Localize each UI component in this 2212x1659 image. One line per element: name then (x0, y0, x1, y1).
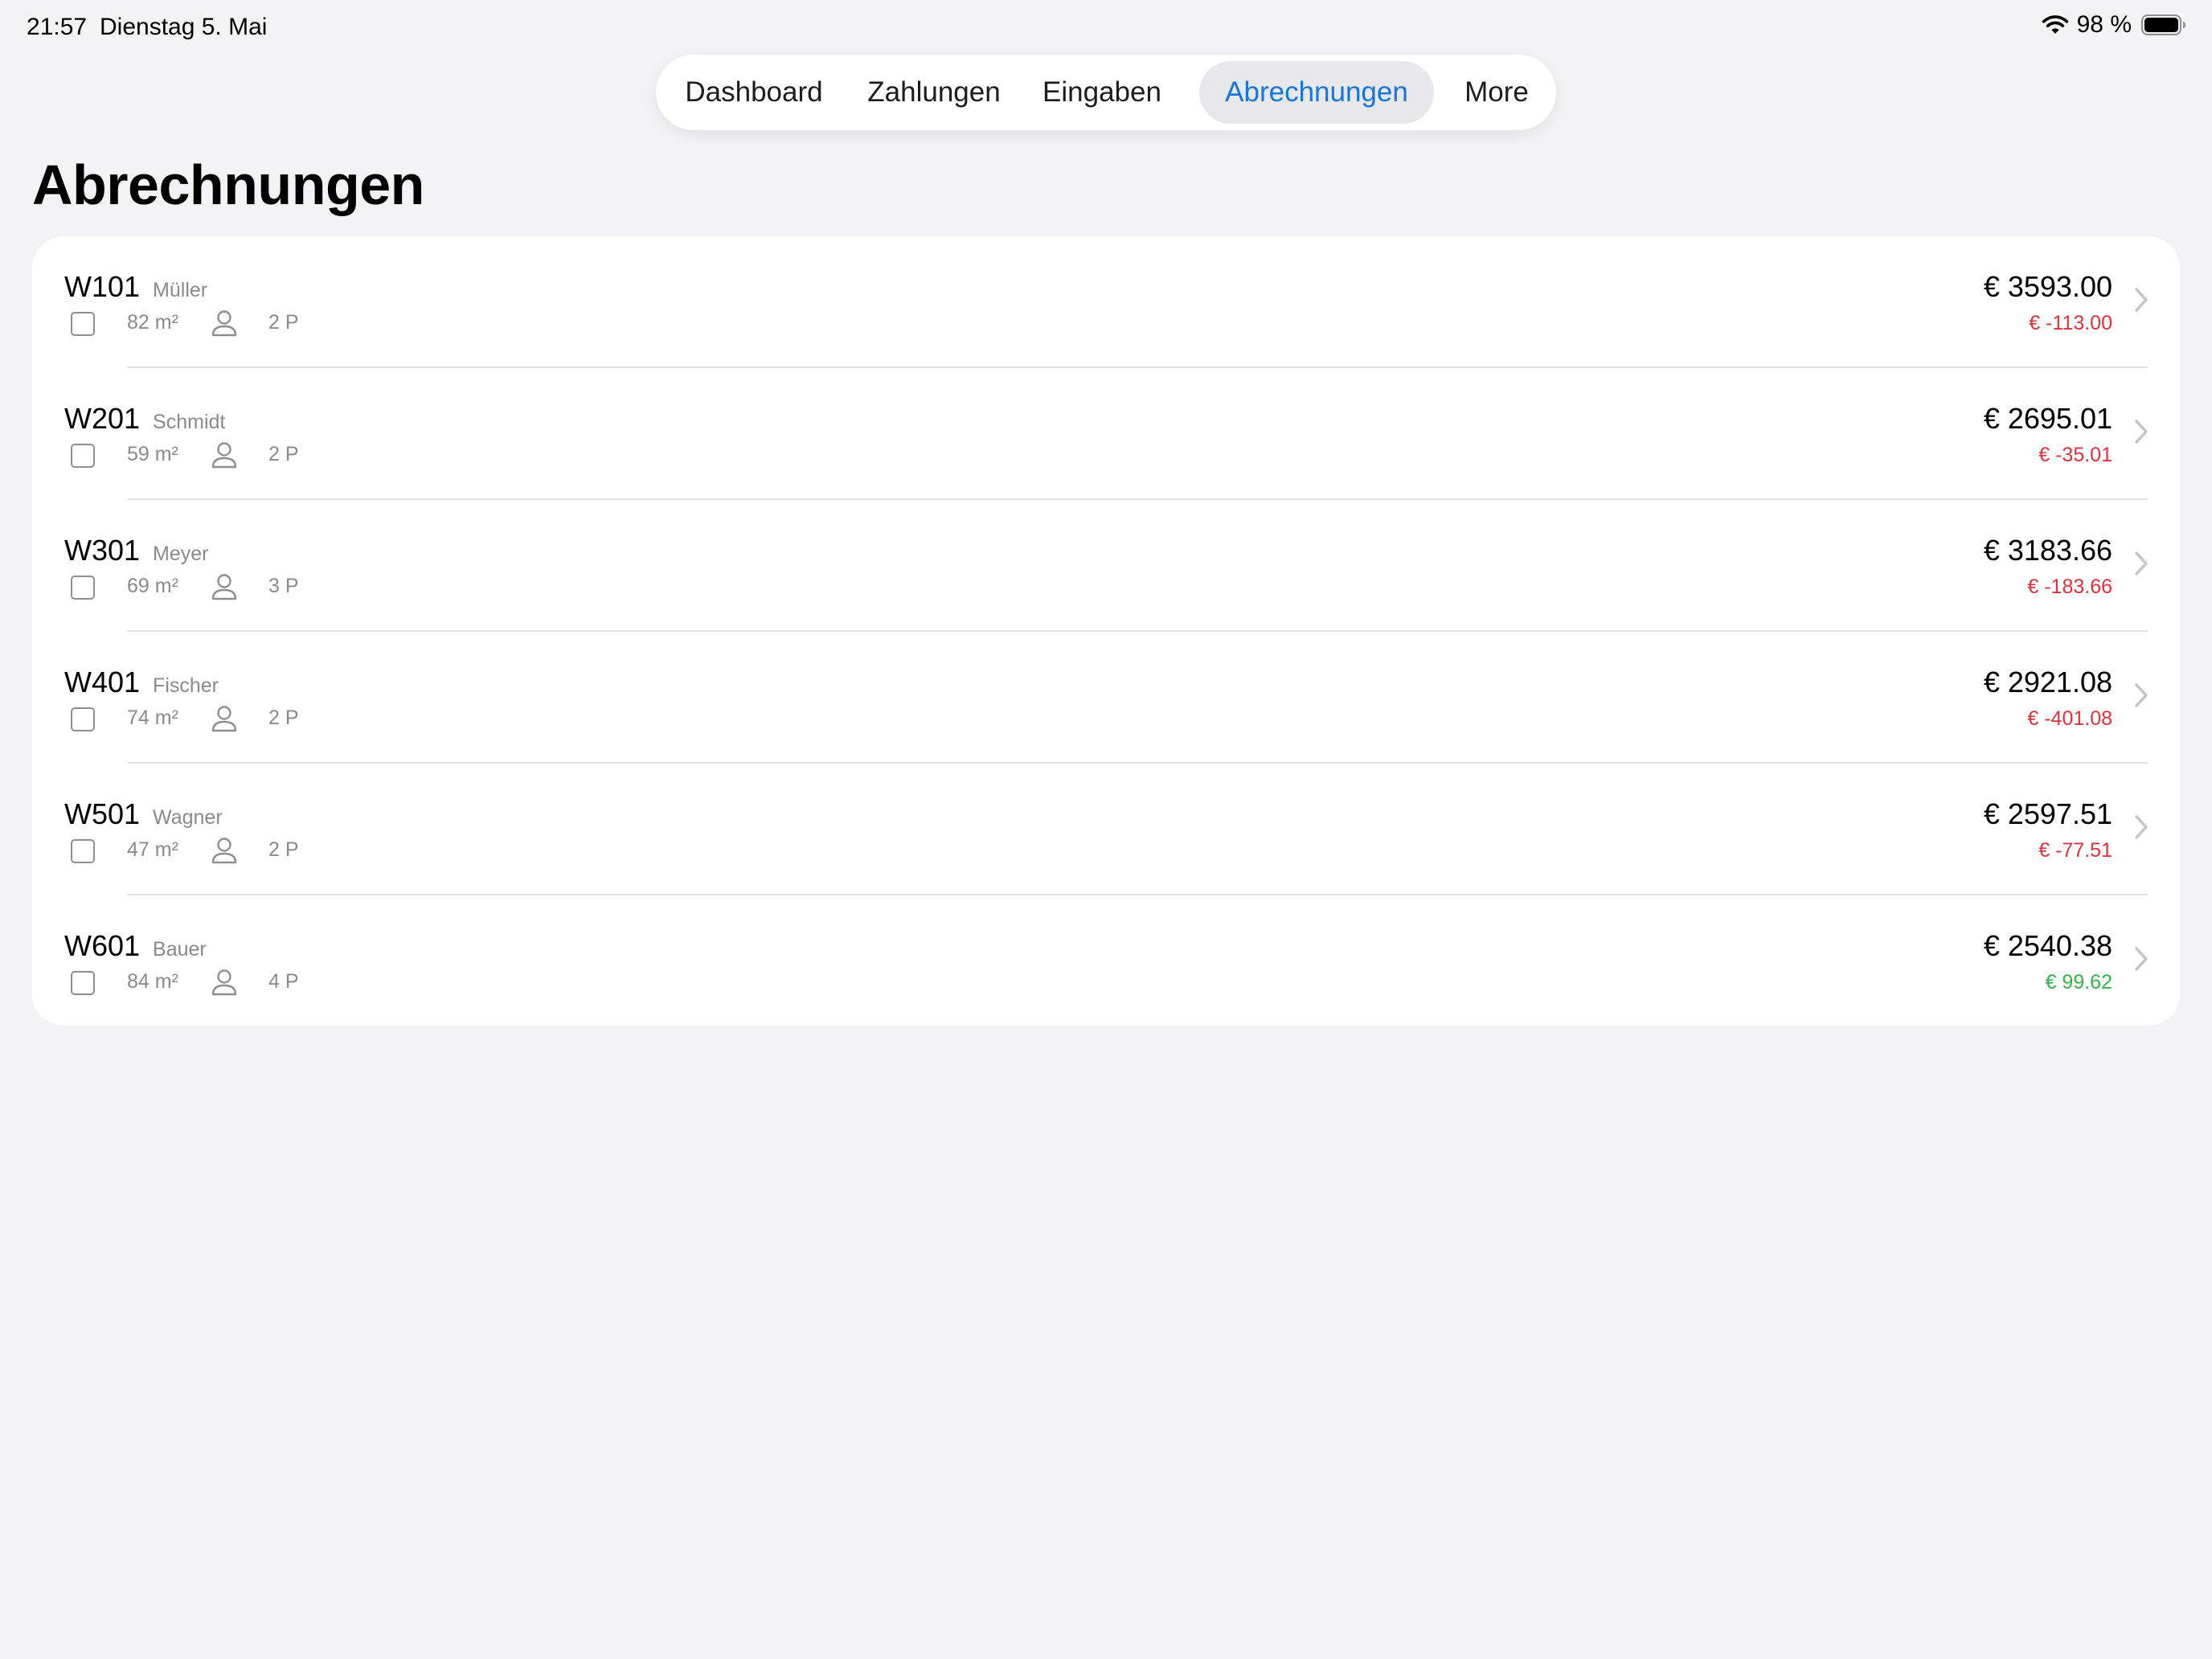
status-date: Dienstag 5. Mai (100, 14, 268, 40)
checkbox[interactable] (71, 971, 95, 995)
checkbox[interactable] (71, 444, 95, 468)
unit-id: W101 (64, 270, 141, 303)
amount: € 2540.38 (1983, 929, 2112, 962)
list-item[interactable]: W201 Schmidt 59 m² 2 P € 2695.01 € -35.0… (32, 368, 2180, 500)
persons-label: 2 P (268, 443, 299, 465)
chevron-right-icon (2135, 551, 2148, 576)
area-label: 59 m² (127, 443, 178, 465)
tab-bar: Dashboard Zahlungen Eingaben Abrechnunge… (656, 55, 1556, 130)
person-icon (211, 706, 237, 732)
chevron-right-icon (2135, 815, 2148, 839)
checkbox[interactable] (71, 707, 95, 731)
person-icon (211, 838, 237, 864)
persons-label: 2 P (268, 838, 299, 861)
status-bar: 21:57 Dienstag 5. Mai 98 % (0, 0, 2212, 56)
amount: € 2597.51 (1983, 797, 2112, 830)
balance-diff: € -113.00 (2029, 312, 2112, 334)
list-item[interactable]: W101 Müller 82 m² 2 P € 3593.00 € -113.0… (32, 236, 2180, 368)
battery-icon (2141, 14, 2185, 35)
tenant-name: Schmidt (153, 411, 226, 433)
list-item[interactable]: W501 Wagner 47 m² 2 P € 2597.51 € -77.51 (32, 764, 2180, 895)
status-indicators: 98 % (2042, 11, 2186, 39)
balance-diff: € -183.66 (2027, 576, 2112, 598)
area-label: 82 m² (127, 311, 178, 334)
area-label: 84 m² (127, 970, 178, 993)
wifi-icon (2042, 15, 2068, 34)
tenant-name: Wagner (153, 806, 223, 829)
persons-label: 4 P (268, 970, 299, 993)
chevron-right-icon (2135, 288, 2148, 312)
tab-zahlungen[interactable]: Zahlungen (860, 61, 1008, 124)
app-screen: 21:57 Dienstag 5. Mai 98 % Dashboard Zah… (0, 0, 2212, 1659)
unit-id: W401 (64, 666, 141, 698)
list-item[interactable]: W301 Meyer 69 m² 3 P € 3183.66 € -183.66 (32, 500, 2180, 632)
area-label: 74 m² (127, 707, 178, 729)
person-icon (211, 442, 237, 469)
area-label: 47 m² (127, 838, 178, 861)
person-icon (211, 969, 237, 996)
chevron-right-icon (2135, 947, 2148, 971)
unit-id: W501 (64, 797, 141, 830)
amount: € 3183.66 (1983, 534, 2112, 567)
balance-diff: € -401.08 (2027, 707, 2112, 730)
tenant-name: Fischer (153, 674, 219, 697)
tab-abrechnungen[interactable]: Abrechnungen (1199, 61, 1434, 124)
chevron-right-icon (2135, 420, 2148, 444)
amount: € 3593.00 (1983, 270, 2112, 303)
tenant-name: Meyer (153, 543, 209, 565)
billing-list: W101 Müller 82 m² 2 P € 3593.00 € -113.0… (32, 236, 2180, 1026)
unit-id: W201 (64, 402, 141, 435)
persons-label: 2 P (268, 707, 299, 729)
tenant-name: Müller (153, 279, 208, 301)
tab-eingaben[interactable]: Eingaben (1034, 61, 1170, 124)
balance-diff: € -77.51 (2038, 839, 2112, 862)
unit-id: W601 (64, 929, 141, 962)
tenant-name: Bauer (153, 938, 207, 961)
checkbox[interactable] (71, 839, 95, 863)
persons-label: 2 P (268, 311, 299, 334)
balance-diff: € -35.01 (2038, 444, 2112, 466)
person-icon (211, 310, 237, 337)
chevron-right-icon (2135, 683, 2148, 707)
amount: € 2921.08 (1983, 666, 2112, 698)
list-item[interactable]: W401 Fischer 74 m² 2 P € 2921.08 € -401.… (32, 632, 2180, 764)
battery-percentage: 98 % (2076, 11, 2132, 38)
status-time: 21:57 (27, 14, 88, 40)
checkbox[interactable] (71, 312, 95, 336)
tab-dashboard[interactable]: Dashboard (674, 61, 834, 124)
persons-label: 3 P (268, 575, 299, 597)
tab-more[interactable]: More (1453, 61, 1540, 124)
balance-diff: € 99.62 (2045, 971, 2112, 993)
unit-id: W301 (64, 534, 141, 567)
list-item[interactable]: W601 Bauer 84 m² 4 P € 2540.38 € 99.62 (32, 895, 2180, 1026)
person-icon (211, 574, 237, 600)
area-label: 69 m² (127, 575, 178, 597)
checkbox[interactable] (71, 576, 95, 600)
amount: € 2695.01 (1983, 402, 2112, 435)
page-title: Abrechnungen (32, 154, 424, 216)
